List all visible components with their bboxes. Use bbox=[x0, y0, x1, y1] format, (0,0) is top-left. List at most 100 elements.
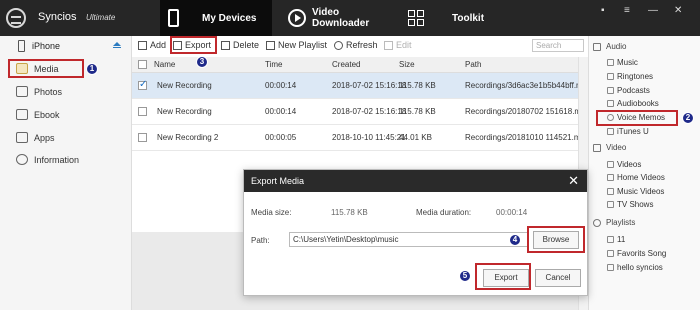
section-audio-title: Audio bbox=[606, 42, 627, 51]
ebook-icon bbox=[16, 109, 28, 120]
category-itunes-u[interactable]: iTunes U bbox=[607, 127, 649, 136]
section-playlists[interactable]: Playlists bbox=[593, 218, 635, 227]
refresh-button[interactable]: Refresh bbox=[334, 40, 378, 50]
highlight-media bbox=[8, 59, 84, 78]
cell-name: New Recording bbox=[157, 81, 212, 90]
sidebar-item-ebook[interactable]: Ebook bbox=[0, 104, 132, 126]
music-video-icon bbox=[607, 188, 614, 195]
table-row[interactable]: New Recording 2 00:00:05 2018-10-10 11:4… bbox=[132, 125, 589, 151]
sidebar-item-label: Photos bbox=[34, 87, 63, 97]
column-header-time[interactable]: Time bbox=[265, 60, 282, 69]
section-video-title: Video bbox=[606, 143, 627, 152]
sidebar-item-apps[interactable]: Apps bbox=[0, 127, 132, 149]
cell-created: 2018-07-02 15:16:18 bbox=[332, 81, 407, 90]
pin-icon[interactable]: ▪ bbox=[601, 5, 605, 16]
tab-my-devices[interactable]: My Devices bbox=[160, 0, 272, 36]
syncios-logo-icon bbox=[6, 8, 26, 28]
column-header-size[interactable]: Size bbox=[399, 60, 415, 69]
cell-size: 115.78 KB bbox=[399, 107, 436, 116]
media-duration-label: Media duration: bbox=[416, 208, 472, 217]
category-music-videos[interactable]: Music Videos bbox=[607, 187, 664, 196]
row-checkbox[interactable] bbox=[138, 79, 147, 90]
menu-icon[interactable]: ≡ bbox=[624, 5, 630, 16]
dialog-title-bar: Export Media ✕ bbox=[244, 170, 587, 192]
category-panel: Audio Music Ringtones Podcasts Audiobook… bbox=[588, 36, 700, 310]
search-input[interactable]: Search bbox=[532, 39, 584, 52]
category-label: Podcasts bbox=[617, 86, 650, 95]
media-duration-value: 00:00:14 bbox=[496, 208, 528, 217]
category-music[interactable]: Music bbox=[607, 58, 638, 67]
cancel-button[interactable]: Cancel bbox=[535, 269, 581, 287]
category-tv-shows[interactable]: TV Shows bbox=[607, 200, 653, 209]
select-all-checkbox[interactable] bbox=[138, 60, 147, 69]
path-label: Path: bbox=[251, 236, 270, 245]
highlight-export bbox=[170, 36, 217, 54]
close-icon[interactable]: ✕ bbox=[674, 5, 682, 16]
film-icon bbox=[607, 161, 614, 168]
cell-size: 44.01 KB bbox=[399, 133, 432, 142]
table-row[interactable]: New Recording 00:00:14 2018-07-02 15:16:… bbox=[132, 73, 592, 99]
cell-path: Recordings/3d6ac3e1b5b44bff.m4a bbox=[465, 81, 592, 90]
sidebar-item-photos[interactable]: Photos bbox=[0, 81, 132, 103]
category-podcasts[interactable]: Podcasts bbox=[607, 86, 650, 95]
delete-button[interactable]: Delete bbox=[221, 40, 259, 50]
category-audiobooks[interactable]: Audiobooks bbox=[607, 99, 659, 108]
section-video[interactable]: Video bbox=[593, 143, 626, 152]
add-button[interactable]: Add bbox=[138, 40, 166, 50]
info-icon bbox=[16, 154, 28, 165]
section-audio[interactable]: Audio bbox=[593, 42, 626, 51]
step-badge: 2 bbox=[682, 112, 694, 124]
step-badge: 5 bbox=[459, 270, 471, 282]
tab-video-downloader[interactable]: Video Downloader bbox=[282, 0, 392, 36]
pencil-icon bbox=[384, 40, 393, 50]
category-ringtones[interactable]: Ringtones bbox=[607, 72, 653, 81]
device-name: iPhone bbox=[32, 41, 61, 51]
category-label: Music bbox=[617, 58, 638, 67]
category-label: TV Shows bbox=[617, 200, 654, 209]
tab-toolkit[interactable]: Toolkit bbox=[404, 0, 504, 36]
video-icon bbox=[593, 144, 601, 152]
delete-label: Delete bbox=[233, 40, 260, 50]
minimize-icon[interactable]: — bbox=[648, 5, 658, 16]
sidebar-item-label: Ebook bbox=[34, 110, 60, 120]
category-label: Audiobooks bbox=[617, 99, 659, 108]
column-header-name[interactable]: Name bbox=[154, 60, 175, 69]
cell-time: 00:00:14 bbox=[265, 81, 297, 90]
refresh-label: Refresh bbox=[346, 40, 378, 50]
cell-name: New Recording 2 bbox=[157, 133, 219, 142]
new-playlist-label: New Playlist bbox=[278, 40, 328, 50]
sidebar-item-information[interactable]: Information bbox=[0, 149, 132, 171]
category-label: Home Videos bbox=[617, 173, 665, 182]
row-checkbox[interactable] bbox=[138, 133, 147, 142]
cell-time: 00:00:05 bbox=[265, 133, 297, 142]
playlist-label: hello syncios bbox=[617, 263, 663, 272]
eject-icon[interactable] bbox=[113, 42, 121, 49]
category-home-videos[interactable]: Home Videos bbox=[607, 173, 665, 182]
media-size-label: Media size: bbox=[251, 208, 292, 217]
dialog-close-icon[interactable]: ✕ bbox=[568, 173, 579, 189]
playlist-item[interactable]: hello syncios bbox=[607, 263, 663, 272]
step-badge: 4 bbox=[509, 234, 521, 246]
edit-button[interactable]: Edit bbox=[384, 40, 412, 50]
column-header-path[interactable]: Path bbox=[465, 60, 481, 69]
table-row[interactable]: New Recording 00:00:14 2018-07-02 15:16:… bbox=[132, 99, 590, 125]
playlist-item[interactable]: Favorits Song bbox=[607, 249, 666, 258]
sidebar-item-label: Apps bbox=[34, 133, 55, 143]
column-header-created[interactable]: Created bbox=[332, 60, 360, 69]
category-label: Ringtones bbox=[617, 72, 654, 81]
section-playlists-title: Playlists bbox=[606, 218, 636, 227]
row-checkbox[interactable] bbox=[138, 107, 147, 116]
playlist-label: 11 bbox=[617, 235, 626, 244]
play-icon bbox=[288, 9, 306, 27]
playlist-item[interactable]: 11 bbox=[607, 235, 625, 244]
new-playlist-button[interactable]: New Playlist bbox=[266, 40, 327, 50]
add-label: Add bbox=[150, 40, 167, 50]
refresh-icon bbox=[334, 40, 343, 50]
photos-icon bbox=[16, 86, 28, 97]
tab-video-downloader-label: Video Downloader bbox=[312, 7, 370, 29]
dialog-title: Export Media bbox=[251, 176, 305, 186]
path-field[interactable]: C:\Users\Yetin\Desktop\music bbox=[289, 232, 529, 247]
device-row[interactable]: iPhone bbox=[0, 36, 132, 56]
app-edition: Ultimate bbox=[86, 13, 116, 22]
category-videos[interactable]: Videos bbox=[607, 160, 641, 169]
